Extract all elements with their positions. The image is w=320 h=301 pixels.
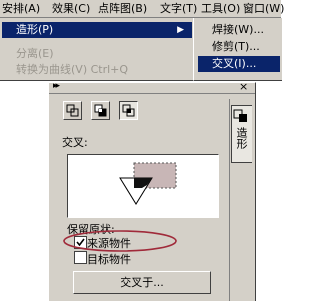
submenu-item-weld[interactable]: 焊接(W)... (198, 22, 280, 38)
menu-item-shaping-label: 造形(P) (16, 23, 54, 36)
menu-item-break-apart: 分离(E) (16, 47, 54, 60)
intersect-with-button[interactable]: 交叉于... (73, 271, 211, 294)
trim-mode-button[interactable] (91, 101, 110, 120)
docker-titlebar: ▸▸ × (49, 80, 255, 94)
menu-text[interactable]: 文字(T) (160, 1, 197, 16)
intersect-preview (67, 154, 219, 218)
shaping-submenu: 焊接(W)... 修剪(T)... 交叉(I)... (193, 18, 282, 81)
menu-bitmaps[interactable]: 点阵图(B) (98, 1, 147, 16)
tab-shaping-label: 造形 (235, 127, 248, 149)
weld-mode-button[interactable] (63, 101, 82, 120)
arrange-dropdown-menu: 造形(P) ▶ 分离(E) 转换为曲线(V) Ctrl+Q (0, 18, 197, 81)
intersect-preview-graphic (119, 162, 177, 205)
menu-tools[interactable]: 工具(O) (201, 1, 240, 16)
section-title: 交叉: (62, 136, 88, 149)
menu-effects[interactable]: 效果(C) (52, 1, 90, 16)
collapse-arrows-icon[interactable]: ▸▸ (53, 81, 60, 91)
menu-bar: 安排(A) 效果(C) 点阵图(B) 文字(T) 工具(O) 窗口(W) (0, 0, 284, 18)
weld-icon (66, 104, 79, 117)
menu-item-shaping[interactable]: 造形(P) ▶ (2, 22, 192, 38)
shaping-docker: ▸▸ × 造形 交叉: 保留原状: 来源物件 目标物件 交叉于... (48, 80, 256, 301)
close-icon[interactable]: × (239, 80, 248, 93)
intersect-icon (122, 104, 135, 117)
submenu-item-intersect[interactable]: 交叉(I)... (198, 56, 280, 72)
menu-arrange[interactable]: 安排(A) (2, 1, 40, 16)
highlight-oval (63, 230, 177, 252)
menu-window[interactable]: 窗口(W) (243, 1, 284, 16)
shaping-tab-icon (233, 109, 247, 122)
submenu-arrow-icon: ▶ (177, 25, 184, 35)
menu-item-convert-to-curves: 转换为曲线(V) Ctrl+Q (16, 63, 129, 76)
trim-icon (94, 104, 107, 117)
intersect-mode-button[interactable] (119, 101, 138, 120)
submenu-item-trim[interactable]: 修剪(T)... (198, 39, 280, 55)
target-object-label: 目标物件 (87, 253, 131, 266)
